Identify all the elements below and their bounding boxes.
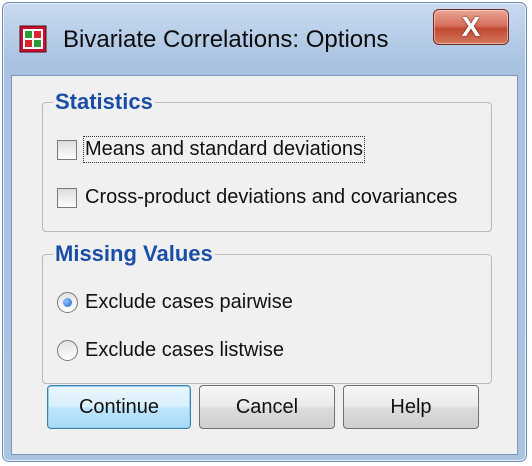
missing-values-group-title: Missing Values bbox=[53, 241, 215, 267]
cross-product-checkbox[interactable] bbox=[57, 188, 77, 208]
continue-button[interactable]: Continue bbox=[47, 385, 191, 429]
title-bar[interactable]: Bivariate Correlations: Options X bbox=[3, 3, 526, 75]
listwise-label[interactable]: Exclude cases listwise bbox=[85, 339, 284, 362]
listwise-radio[interactable] bbox=[57, 340, 78, 361]
listwise-text: Exclude cases listwise bbox=[85, 339, 284, 361]
spss-dialog-icon bbox=[19, 25, 47, 53]
options-dialog: Bivariate Correlations: Options X Statis… bbox=[2, 2, 527, 462]
pairwise-text: Exclude cases pairwise bbox=[85, 291, 293, 313]
means-label[interactable]: Means and standard deviations bbox=[83, 136, 365, 163]
statistics-group: Statistics Means and standard deviations… bbox=[42, 89, 492, 232]
cross-product-text: Cross-product deviations and covariances bbox=[85, 186, 458, 208]
cross-product-label[interactable]: Cross-product deviations and covariances bbox=[85, 186, 457, 209]
means-text: Means and standard deviations bbox=[85, 138, 363, 160]
pairwise-radio[interactable] bbox=[57, 292, 78, 313]
means-checkbox[interactable] bbox=[57, 140, 77, 160]
close-icon: X bbox=[461, 11, 481, 42]
help-button[interactable]: Help bbox=[343, 385, 479, 429]
cancel-button[interactable]: Cancel bbox=[199, 385, 335, 429]
statistics-group-title: Statistics bbox=[53, 89, 155, 115]
dialog-title: Bivariate Correlations: Options bbox=[63, 26, 389, 53]
missing-values-group: Missing Values Exclude cases pairwise Ex… bbox=[42, 241, 492, 384]
pairwise-label[interactable]: Exclude cases pairwise bbox=[85, 291, 293, 314]
close-button[interactable]: X bbox=[433, 9, 509, 45]
